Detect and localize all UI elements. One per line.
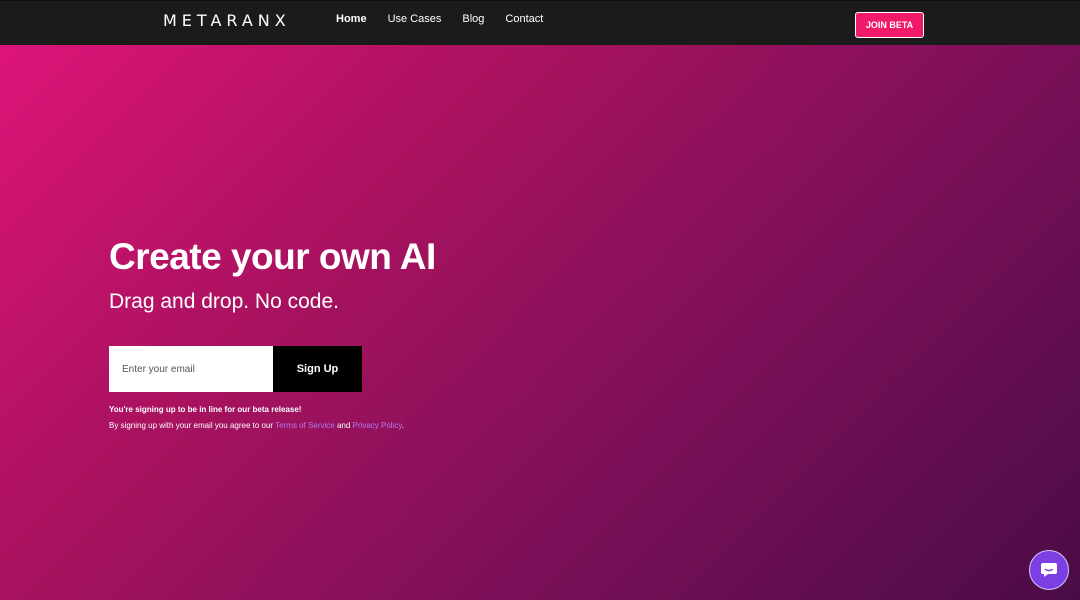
terms-notice: By signing up with your email you agree … <box>109 421 404 430</box>
hero-subtitle: Drag and drop. No code. <box>109 290 339 313</box>
terms-suffix: . <box>401 421 404 430</box>
nav-link-use-cases[interactable]: Use Cases <box>388 13 442 25</box>
terms-of-service-link[interactable]: Terms of Service <box>275 421 335 430</box>
sign-up-button[interactable]: Sign Up <box>273 346 362 392</box>
beta-notice: You're signing up to be in line for our … <box>109 405 302 414</box>
chat-widget-button[interactable] <box>1029 550 1069 590</box>
nav-link-contact[interactable]: Contact <box>505 13 543 25</box>
terms-middle: and <box>334 421 353 430</box>
nav-link-home[interactable]: Home <box>336 13 367 25</box>
join-beta-button[interactable]: JOIN BETA <box>855 12 924 38</box>
top-navbar: METARANX Home Use Cases Blog Contact JOI… <box>0 0 1080 45</box>
metaranx-logo[interactable]: METARANX <box>163 11 291 30</box>
signup-form: Sign Up <box>109 346 362 392</box>
terms-prefix: By signing up with your email you agree … <box>109 421 276 430</box>
chat-bubble-icon <box>1041 563 1057 577</box>
privacy-policy-link[interactable]: Privacy Policy <box>353 421 402 430</box>
email-input[interactable] <box>109 346 273 392</box>
nav-link-blog[interactable]: Blog <box>462 13 484 25</box>
main-nav: Home Use Cases Blog Contact <box>336 13 543 25</box>
hero-title: Create your own AI <box>109 236 436 277</box>
